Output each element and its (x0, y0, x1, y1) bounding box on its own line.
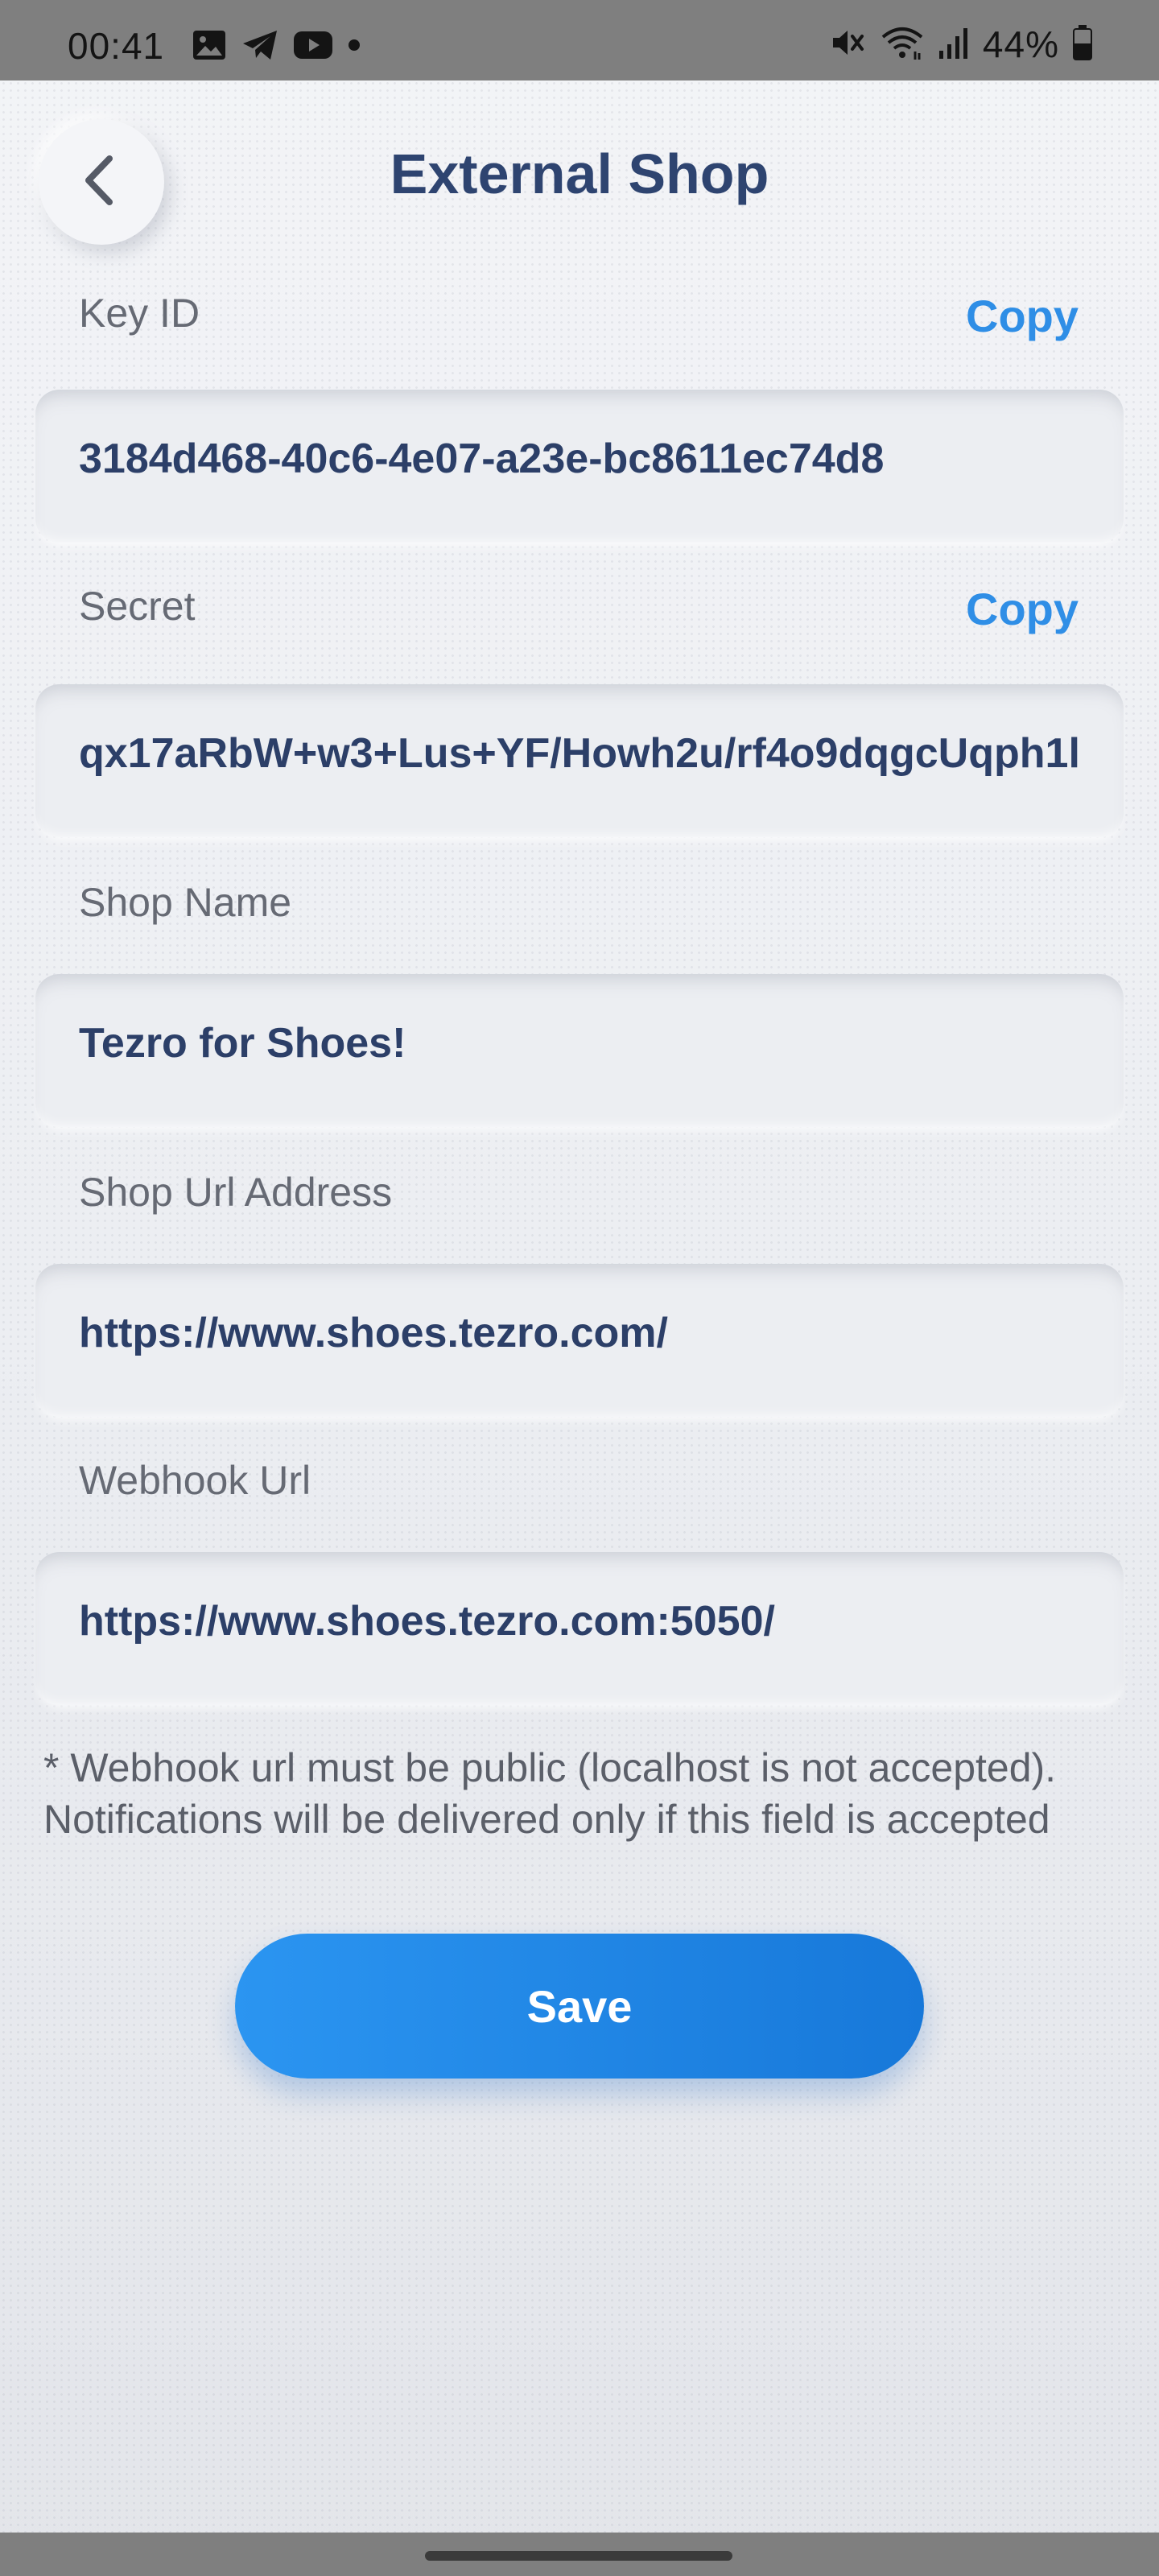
secret-value[interactable]: qx17aRbW+w3+Lus+YF/Howh2u/rf4o9dqgcUqph1… (79, 729, 1117, 778)
wifi-icon (880, 24, 925, 65)
key-id-value[interactable]: 3184d468-40c6-4e07-a23e-bc8611ec74d8 (79, 435, 1117, 483)
copy-key-id-button[interactable]: Copy (966, 290, 1079, 342)
youtube-icon (293, 30, 333, 64)
shop-url-value[interactable]: https://www.shoes.tezro.com/ (79, 1309, 1117, 1357)
webhook-note-line-1: * Webhook url must be public (localhost … (43, 1745, 1057, 1790)
shop-name-value[interactable]: Tezro for Shoes! (79, 1019, 1117, 1067)
page-title: External Shop (390, 142, 769, 205)
webhook-url-label: Webhook Url (79, 1458, 311, 1503)
key-id-label: Key ID (79, 291, 200, 336)
home-handle[interactable] (425, 2551, 732, 2561)
signal-icon (938, 25, 970, 64)
key-id-field[interactable]: 3184d468-40c6-4e07-a23e-bc8611ec74d8 (35, 390, 1124, 543)
dot-icon (348, 39, 361, 56)
status-bar: 00:41 44% (0, 0, 1159, 80)
save-button[interactable]: Save (235, 1934, 924, 2079)
screen: 00:41 44% External Shop Key ID Copy 3184… (0, 0, 1159, 2576)
shop-url-label: Shop Url Address (79, 1170, 393, 1215)
status-icons-left (192, 29, 361, 65)
save-button-label: Save (526, 1980, 633, 2032)
gallery-icon (192, 29, 227, 65)
copy-secret-button[interactable]: Copy (966, 583, 1079, 635)
shop-url-field[interactable]: https://www.shoes.tezro.com/ (35, 1264, 1124, 1417)
battery-icon (1072, 24, 1093, 65)
status-icons-right: 44% (830, 23, 1093, 66)
mute-icon (830, 24, 867, 65)
webhook-url-field[interactable]: https://www.shoes.tezro.com:5050/ (35, 1552, 1124, 1705)
status-time: 00:41 (68, 25, 165, 67)
shop-name-field[interactable]: Tezro for Shoes! (35, 974, 1124, 1127)
secret-label: Secret (79, 584, 196, 629)
secret-field[interactable]: qx17aRbW+w3+Lus+YF/Howh2u/rf4o9dqgcUqph1… (35, 684, 1124, 837)
navigation-bar (0, 2533, 1159, 2576)
telegram-icon (241, 29, 278, 65)
shop-name-label: Shop Name (79, 880, 292, 925)
webhook-url-value[interactable]: https://www.shoes.tezro.com:5050/ (79, 1597, 1117, 1645)
battery-percent: 44% (982, 23, 1059, 65)
webhook-note-line-2: Notifications will be delivered only if … (43, 1797, 1050, 1842)
webhook-note: * Webhook url must be public (localhost … (43, 1742, 1138, 1845)
